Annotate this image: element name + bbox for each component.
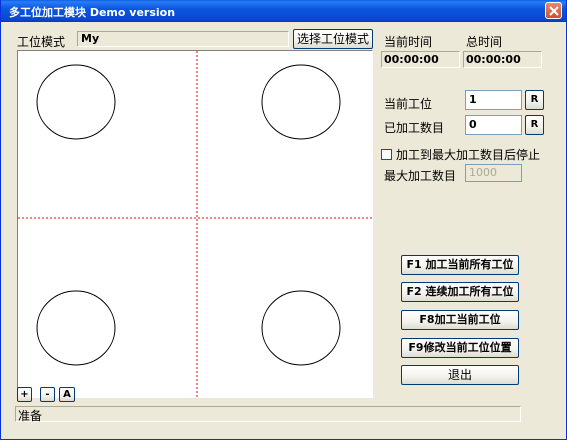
current-station-input[interactable]: 1 — [465, 90, 522, 110]
f2-continuous-process-button[interactable]: F2 连续加工所有工位 — [401, 282, 519, 302]
station-2-circle — [261, 64, 341, 140]
window-title: 多工位加工模块 Demo version — [9, 6, 176, 19]
total-time-display: 00:00:00 — [463, 51, 542, 68]
processed-count-input[interactable]: 0 — [465, 115, 522, 135]
close-icon — [549, 6, 559, 16]
max-count-input: 1000 — [465, 164, 522, 182]
current-time-display: 00:00:00 — [381, 51, 460, 68]
status-bar: 准备 — [15, 406, 521, 423]
zoom-in-button[interactable]: + — [17, 387, 32, 402]
f9-modify-station-position-button[interactable]: F9修改当前工位位置 — [401, 338, 519, 358]
close-button[interactable] — [545, 2, 562, 19]
stop-at-max-label[interactable]: 加工到最大加工数目后停止 — [396, 146, 540, 163]
current-station-reset-button[interactable]: R — [525, 90, 544, 110]
main-window: 多工位加工模块 Demo version 工位模式 My 选择工位模式 当前时间… — [0, 0, 567, 440]
title-bar[interactable]: 多工位加工模块 Demo version — [1, 0, 566, 22]
station-canvas[interactable] — [17, 50, 373, 398]
total-time-value: 00:00:00 — [466, 53, 521, 66]
total-time-label: 总时间 — [466, 35, 503, 49]
f1-process-all-stations-button[interactable]: F1 加工当前所有工位 — [401, 255, 519, 275]
station-3-circle — [36, 290, 116, 366]
zoom-out-button[interactable]: - — [40, 387, 55, 402]
station-mode-display: My — [77, 31, 289, 47]
current-time-value: 00:00:00 — [384, 53, 439, 66]
station-4-circle — [261, 290, 341, 366]
processed-count-reset-button[interactable]: R — [525, 115, 544, 135]
station-1-circle — [36, 64, 116, 140]
status-text: 准备 — [18, 409, 43, 423]
f8-process-current-station-button[interactable]: F8加工当前工位 — [401, 310, 519, 330]
station-drawing — [18, 51, 372, 397]
station-mode-label: 工位模式 — [17, 35, 66, 49]
select-station-mode-button[interactable]: 选择工位模式 — [293, 29, 373, 49]
current-station-label: 当前工位 — [384, 97, 433, 111]
stop-at-max-checkbox[interactable] — [381, 149, 392, 160]
max-count-label: 最大加工数目 — [384, 169, 457, 183]
station-mode-value: My — [81, 32, 100, 45]
auto-fit-button[interactable]: A — [59, 387, 75, 402]
current-time-label: 当前时间 — [384, 35, 433, 49]
processed-count-label: 已加工数目 — [384, 121, 445, 135]
exit-button[interactable]: 退出 — [401, 365, 519, 385]
